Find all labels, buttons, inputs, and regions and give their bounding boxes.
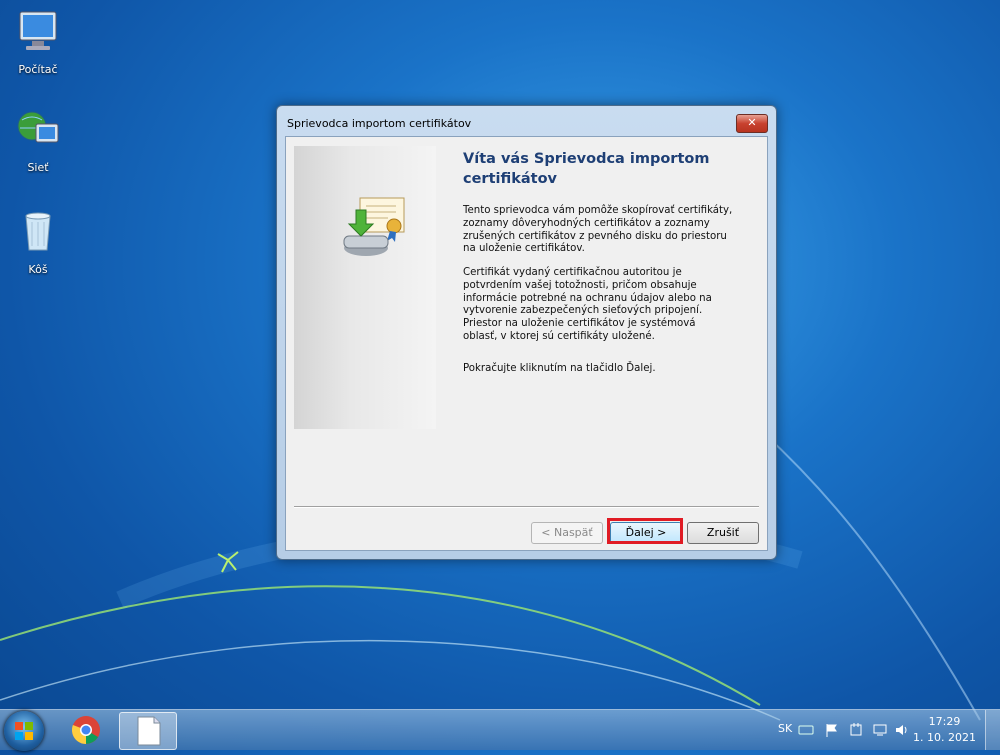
show-desktop-button[interactable]	[985, 710, 1000, 750]
clock-date: 1. 10. 2021	[913, 731, 976, 744]
keyboard-icon[interactable]	[798, 724, 814, 736]
certificate-import-icon	[343, 197, 405, 256]
power-icon[interactable]	[848, 722, 864, 738]
continue-instruction: Pokračujte kliknutím na tlačidlo Ďalej.	[463, 363, 656, 374]
wizard-side-panel	[294, 146, 436, 429]
desktop-icon-label: Počítač	[18, 63, 58, 76]
volume-icon[interactable]	[894, 722, 910, 738]
start-button[interactable]	[4, 711, 44, 751]
action-center-flag-icon[interactable]	[824, 722, 840, 738]
window-title: Sprievodca importom certifikátov	[287, 117, 472, 130]
cancel-button[interactable]: Zrušiť	[687, 522, 759, 544]
title-bar[interactable]: Sprievodca importom certifikátov ✕	[277, 106, 776, 136]
desktop-icon-computer[interactable]: Počítač	[6, 8, 70, 76]
certificate-import-wizard: Sprievodca importom certifikátov ✕ Víta …	[276, 105, 777, 560]
desktop-icon-network[interactable]: Sieť	[6, 106, 70, 174]
clock[interactable]: 17:29 1. 10. 2021	[913, 714, 976, 746]
system-tray: SK 17:29 1. 10. 2021	[770, 710, 1000, 750]
taskbar-document[interactable]	[119, 712, 177, 750]
close-icon: ✕	[747, 116, 757, 129]
certificate-explanation-paragraph: Certifikát vydaný certifikačnou autorito…	[463, 267, 712, 342]
document-icon	[137, 716, 161, 746]
close-button[interactable]: ✕	[736, 114, 768, 133]
button-separator	[294, 506, 759, 508]
network-icon	[17, 111, 59, 143]
computer-icon	[19, 11, 57, 50]
wizard-heading: Víta vás Sprievodca importom certifikáto…	[463, 151, 710, 187]
intro-paragraph: Tento sprievodca vám pomôže skopírovať c…	[463, 205, 733, 255]
wizard-body: Víta vás Sprievodca importom certifikáto…	[285, 136, 768, 551]
taskbar-chrome[interactable]	[58, 712, 114, 748]
chrome-icon	[71, 716, 100, 744]
language-indicator[interactable]: SK	[778, 722, 792, 735]
desktop-icon-recycle-bin[interactable]: Kôš	[6, 208, 70, 276]
recycle-bin-icon	[25, 212, 51, 251]
back-button[interactable]: < Naspäť	[531, 522, 603, 544]
network-tray-icon[interactable]	[872, 722, 888, 738]
wallpaper-leaf	[217, 551, 239, 573]
clock-time: 17:29	[928, 715, 961, 728]
taskbar: SK 17:29 1. 10. 2021	[0, 709, 1000, 751]
next-button-highlight	[607, 518, 683, 544]
desktop-icon-label: Sieť	[27, 161, 49, 174]
desktop-icon-label: Kôš	[28, 263, 48, 276]
windows-logo-icon	[15, 722, 33, 740]
